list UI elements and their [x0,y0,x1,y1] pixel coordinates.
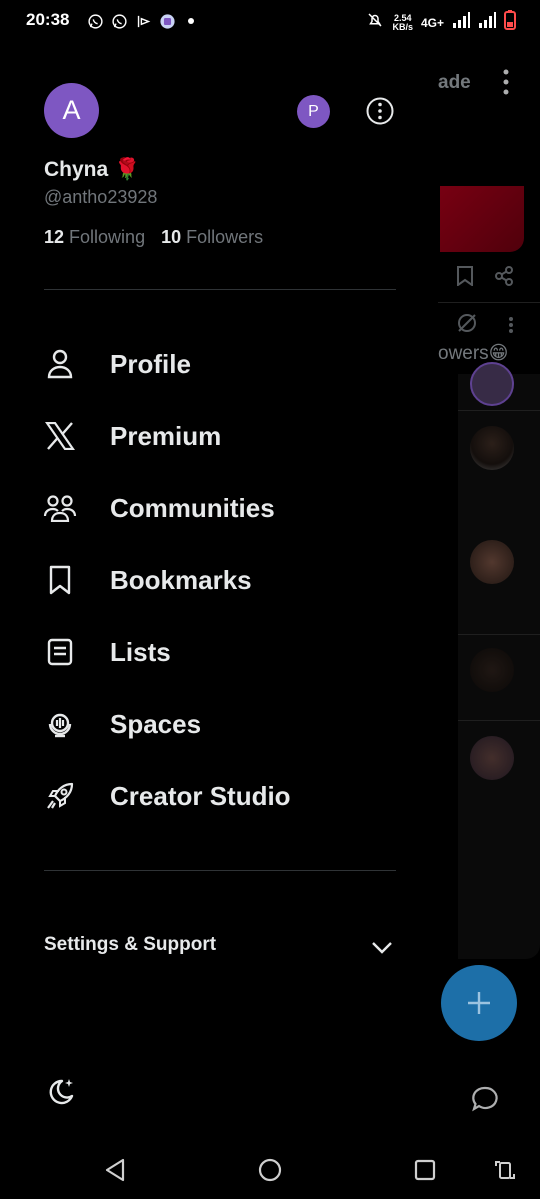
system-navigation-bar [0,1139,540,1199]
status-time: 20:38 [26,10,70,29]
menu-item-lists[interactable]: Lists [0,622,438,682]
recents-icon[interactable] [412,1157,438,1183]
chevron-down-icon [370,935,394,959]
back-icon[interactable] [102,1157,128,1183]
battery-low-icon [504,10,516,35]
menu-item-label: Lists [110,636,171,667]
menu-item-label: Premium [110,420,222,451]
divider [44,870,396,871]
menu-item-bookmarks[interactable]: Bookmarks [0,550,438,610]
menu-item-label: Profile [110,348,191,379]
home-icon[interactable] [257,1157,283,1183]
navigation-drawer: A P Chyna 🌹 @antho23928 12 Following 10 … [0,44,438,1139]
rocket-icon [42,778,78,814]
more-circle-icon [366,97,394,125]
dot-icon [182,12,200,30]
whatsapp-business-icon [110,12,128,30]
menu-item-label: Communities [110,492,275,523]
following-label: Following [69,227,146,247]
user-handle: @antho23928 [44,187,158,207]
menu-item-communities[interactable]: Communities [0,478,438,538]
settings-support-toggle[interactable]: Settings & Support [0,919,438,975]
menu-item-label: Creator Studio [110,780,291,811]
followers-count: 10 [161,227,182,247]
signal-icon [478,12,496,33]
settings-support-label: Settings & Support [44,934,217,955]
switch-account-avatar[interactable]: P [297,95,330,128]
app-icon [134,12,152,30]
following-link[interactable]: 12 Following [44,227,145,248]
x-logo-icon [42,418,78,454]
menu-item-profile[interactable]: Profile [0,334,438,394]
mute-icon [366,11,384,34]
network-type: 4G+ [420,15,444,30]
spaces-icon [42,706,78,742]
notification-icons [86,12,200,30]
status-bar: 20:38 2.54 KB/s 4G+ [0,0,540,44]
followers-link[interactable]: 10 Followers [161,227,263,248]
account-options-button[interactable] [364,95,396,127]
plus-icon [468,992,490,1014]
person-icon [42,346,78,382]
net-speed: 2.54 KB/s [392,12,413,32]
profile-avatar[interactable]: A [44,83,99,138]
rotate-screen-icon[interactable] [492,1157,518,1183]
display-name[interactable]: Chyna 🌹 [44,158,140,182]
system-icons: 2.54 KB/s 4G+ [366,10,516,35]
divider [44,289,396,290]
follow-stats: 12 Following 10 Followers [44,227,263,248]
menu-item-premium[interactable]: Premium [0,406,438,466]
compose-button[interactable] [441,965,517,1041]
display-mode-icon[interactable] [44,1076,76,1108]
rose-emoji: 🌹 [114,158,141,181]
menu-item-label: Bookmarks [110,564,252,595]
following-count: 12 [44,227,65,247]
menu-item-creator-studio[interactable]: Creator Studio [0,766,438,826]
signal-icon [452,12,470,33]
menu-item-label: Spaces [110,708,202,739]
whatsapp-icon [86,12,104,30]
display-name-text: Chyna [44,158,109,181]
bookmark-icon [42,562,78,598]
communities-icon [42,490,78,526]
list-icon [42,634,78,670]
followers-label: Followers [186,227,264,247]
menu-item-spaces[interactable]: Spaces [0,694,438,754]
gallery-icon [158,12,176,30]
